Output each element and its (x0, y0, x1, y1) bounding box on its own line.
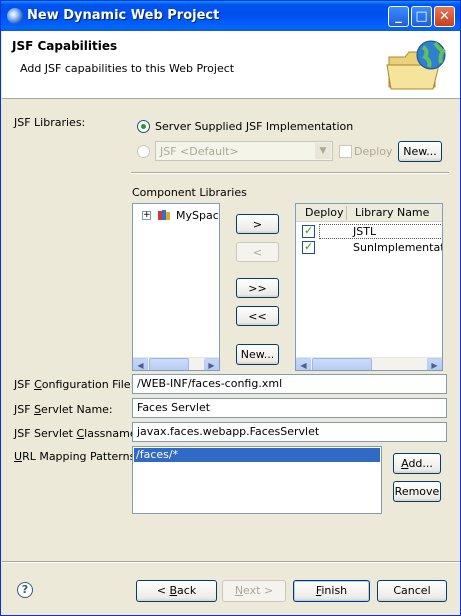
scroll-right-icon[interactable]: ▶ (204, 358, 219, 370)
chevron-down-icon[interactable]: ▼ (315, 143, 331, 159)
page-description: Add JSF capabilities to this Web Project (20, 62, 235, 75)
list-item[interactable]: /faces/* (134, 448, 380, 462)
jsf-libraries-label: JSF Libraries: (14, 116, 86, 129)
wizard-header: JSF Capabilities Add JSF capabilities to… (2, 31, 460, 99)
expand-icon[interactable]: + (142, 211, 151, 220)
tree-horizontal-scrollbar[interactable]: ◀ ▶ (133, 357, 219, 370)
url-mapping-label: URL Mapping Patterns: (14, 450, 140, 463)
finish-button[interactable]: Finish (293, 580, 370, 602)
add-all-libraries-button[interactable]: >> (236, 278, 279, 298)
minimize-button[interactable]: _ (388, 6, 409, 27)
focus-outline (319, 224, 442, 239)
remove-library-button[interactable]: < (236, 242, 279, 262)
new-component-library-button[interactable]: New... (236, 344, 279, 365)
row-deploy-checkbox[interactable] (302, 224, 315, 238)
tree-item-label[interactable]: MySpace (176, 209, 219, 222)
selected-libraries-table[interactable]: Deploy Library Name JSTL SunImplementati… (295, 203, 443, 371)
remove-url-pattern-button[interactable]: Remove (393, 481, 441, 502)
row-deploy-checkbox[interactable] (302, 240, 315, 254)
deploy-checkbox-label: Deploy (354, 145, 393, 158)
help-icon[interactable]: ? (17, 582, 33, 598)
column-divider[interactable] (346, 206, 347, 220)
folder-globe-icon (386, 40, 446, 90)
servlet-classname-input[interactable]: javax.faces.webapp.FacesServlet (132, 422, 447, 442)
dialog-window: New Dynamic Web Project _ □ ✕ JSF Capabi… (0, 0, 461, 616)
close-button[interactable]: ✕ (434, 6, 455, 27)
back-button[interactable]: < Back (136, 580, 217, 602)
scroll-thumb[interactable] (312, 358, 372, 370)
url-pattern-list[interactable]: /faces/* (132, 446, 382, 514)
column-header-library-name[interactable]: Library Name (355, 206, 429, 219)
server-jsf-radio[interactable] (137, 120, 150, 133)
config-file-label: JSF Configuration File: (14, 378, 135, 391)
separator (131, 172, 449, 174)
scroll-left-icon[interactable]: ◀ (133, 358, 148, 370)
add-library-button[interactable]: > (236, 214, 279, 234)
server-jsf-radio-label: Server Supplied JSF Implementation (155, 120, 354, 133)
library-icon (158, 210, 170, 220)
custom-jsf-radio[interactable] (137, 145, 150, 158)
servlet-name-label: JSF Servlet Name: (14, 403, 113, 416)
eclipse-icon (7, 8, 23, 24)
cancel-button[interactable]: Cancel (377, 580, 447, 602)
deploy-checkbox[interactable] (339, 145, 352, 158)
maximize-button[interactable]: □ (411, 6, 432, 27)
scroll-right-icon[interactable]: ▶ (427, 358, 442, 370)
servlet-name-input[interactable]: Faces Servlet (132, 398, 447, 418)
page-title: JSF Capabilities (12, 39, 118, 53)
library-name: SunImplementation (353, 241, 442, 254)
title-bar[interactable]: New Dynamic Web Project _ □ ✕ (1, 1, 460, 31)
table-horizontal-scrollbar[interactable]: ◀ ▶ (296, 357, 442, 370)
add-url-pattern-button[interactable]: Add... (393, 453, 441, 474)
remove-all-libraries-button[interactable]: << (236, 306, 279, 326)
scroll-left-icon[interactable]: ◀ (296, 358, 311, 370)
component-libraries-label: Component Libraries (132, 186, 247, 199)
config-file-input[interactable]: /WEB-INF/faces-config.xml (132, 374, 447, 394)
scroll-thumb[interactable] (149, 358, 189, 370)
new-jsf-library-button[interactable]: New... (398, 141, 442, 162)
component-library-tree[interactable]: + MySpace ◀ ▶ (132, 203, 220, 371)
servlet-classname-label: JSF Servlet Classname: (14, 427, 141, 440)
table-row[interactable]: SunImplementation (296, 240, 442, 255)
footer-separator (2, 561, 460, 563)
next-button[interactable]: Next > (222, 580, 286, 602)
window-title: New Dynamic Web Project (27, 8, 220, 23)
column-header-deploy[interactable]: Deploy (305, 206, 344, 219)
table-header: Deploy Library Name (296, 204, 442, 222)
jsf-library-combo[interactable]: JSF <Default> ▼ (155, 141, 333, 161)
table-row[interactable]: JSTL (296, 224, 442, 239)
library-name: JSTL (353, 225, 377, 238)
jsf-library-combo-value: JSF <Default> (160, 145, 239, 158)
